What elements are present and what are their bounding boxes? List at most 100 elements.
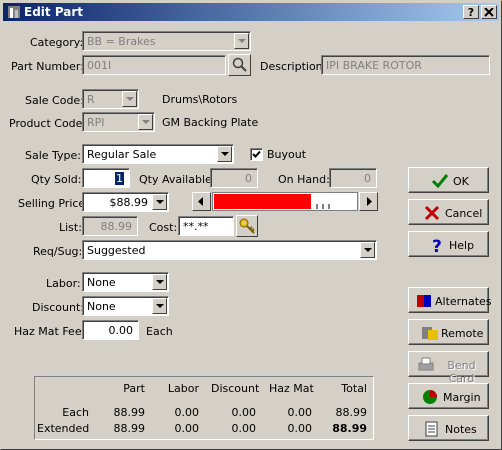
qty-available-value: 0 — [245, 172, 252, 185]
cost-label: Cost: — [149, 221, 178, 234]
close-button[interactable] — [481, 5, 497, 19]
alternates-label: Alternates — [435, 295, 492, 308]
qty-available-label: Qty Available: — [139, 173, 216, 186]
margin-label: Margin — [443, 391, 481, 404]
ok-button[interactable]: OK — [408, 167, 489, 193]
buyout-checkbox[interactable] — [250, 148, 263, 161]
cost-key-button[interactable] — [236, 215, 258, 237]
qty-sold-label: Qty Sold: — [31, 173, 82, 186]
description-label: Description: — [260, 60, 327, 73]
title-bar[interactable]: Edit Part ? — [3, 3, 499, 21]
part-number-value: 001I — [87, 59, 112, 72]
list-value: 88.99 — [100, 220, 133, 233]
sale-type-select[interactable]: Regular Sale — [82, 144, 234, 164]
chevron-down-icon — [217, 146, 232, 162]
req-sug-select[interactable]: Suggested — [82, 240, 377, 260]
help-button[interactable]: ? Help — [408, 231, 489, 257]
remote-icon — [422, 327, 438, 340]
close-icon — [484, 7, 494, 17]
svg-text:?: ? — [432, 237, 442, 254]
product-code-value: RPI — [87, 116, 105, 129]
summary-each-haz-mat: 0.00 — [287, 406, 313, 419]
req-sug-label: Req/Sug: — [33, 245, 83, 258]
labor-label: Labor: — [46, 277, 81, 290]
discount-select[interactable]: None — [82, 296, 169, 316]
haz-mat-fee-label: Haz Mat Fee: — [14, 325, 86, 338]
sale-code-label: Sale Code: — [25, 94, 84, 107]
haz-mat-fee-value: 0.00 — [108, 324, 134, 337]
summary-extended-discount: 0.00 — [231, 422, 257, 435]
product-code-select[interactable]: RPI — [82, 112, 155, 132]
product-code-description: GM Backing Plate — [162, 116, 259, 129]
sale-code-description: Drums\Rotors — [162, 93, 238, 106]
arrow-left-icon — [198, 197, 203, 206]
search-icon — [232, 57, 247, 72]
summary-row-label-extended: Extended — [37, 422, 90, 435]
category-select[interactable]: BB = Brakes — [82, 31, 251, 51]
haz-mat-fee-suffix: Each — [146, 325, 173, 338]
help-label: Help — [449, 239, 475, 252]
margin-decrease-button[interactable] — [192, 192, 211, 211]
remote-button[interactable]: Remote — [408, 319, 489, 345]
selling-price-value: $88.99 — [109, 196, 149, 209]
selling-price-label: Selling Price: — [18, 197, 89, 210]
chevron-down-icon — [138, 114, 153, 130]
notes-button[interactable]: Notes — [408, 415, 489, 441]
margin-increase-button[interactable] — [359, 192, 378, 211]
labor-select[interactable]: None — [82, 272, 169, 292]
alternates-icon — [417, 295, 431, 307]
summary-header-labor: Labor — [167, 382, 199, 395]
summary-extended-labor: 0.00 — [174, 422, 200, 435]
list-field[interactable]: 88.99 — [82, 216, 138, 236]
part-number-field[interactable]: 001I — [82, 55, 226, 75]
margin-button[interactable]: Margin — [408, 383, 489, 409]
arrow-right-icon — [367, 197, 372, 206]
qty-sold-field[interactable]: 1 — [82, 168, 130, 188]
product-code-label: Product Code: — [9, 117, 87, 130]
totals-summary: Part Labor Discount Haz Mat Total Each 8… — [34, 376, 374, 440]
chevron-down-icon — [152, 298, 167, 314]
selling-price-select[interactable]: $88.99 — [82, 192, 169, 212]
alternates-button[interactable]: Alternates — [408, 287, 492, 313]
cost-field[interactable]: **.** — [178, 216, 234, 236]
bend-card-button[interactable]: Bend Card — [408, 351, 489, 385]
category-value: BB = Brakes — [87, 35, 156, 48]
cancel-label: Cancel — [445, 207, 483, 220]
summary-each-total: 88.99 — [335, 406, 368, 419]
labor-value: None — [87, 276, 116, 289]
sale-type-label: Sale Type: — [25, 149, 82, 162]
summary-extended-part: 88.99 — [113, 422, 146, 435]
margin-gauge[interactable] — [212, 192, 358, 211]
summary-row-label-each: Each — [62, 406, 89, 419]
haz-mat-fee-field[interactable]: 0.00 — [82, 320, 139, 340]
bend-card-label: Bend Card — [447, 359, 476, 385]
qty-available-field[interactable]: 0 — [210, 168, 258, 188]
chevron-down-icon — [234, 33, 249, 49]
description-field[interactable]: IPI BRAKE ROTOR — [321, 55, 490, 75]
summary-header-part: Part — [123, 382, 145, 395]
sale-code-value: R — [87, 93, 95, 106]
summary-header-total: Total — [341, 382, 367, 395]
req-sug-value: Suggested — [87, 244, 146, 257]
x-icon — [424, 205, 440, 221]
part-number-label: Part Number: — [11, 60, 84, 73]
notes-icon — [425, 421, 438, 437]
sale-code-select[interactable]: R — [82, 89, 139, 109]
help-title-button[interactable]: ? — [463, 5, 479, 19]
printer-icon — [418, 357, 434, 371]
on-hand-field[interactable]: 0 — [329, 168, 377, 188]
remote-label: Remote — [441, 327, 484, 340]
part-search-button[interactable] — [228, 54, 251, 76]
summary-extended-total: 88.99 — [332, 422, 367, 435]
check-icon — [431, 174, 449, 189]
summary-each-part: 88.99 — [113, 406, 146, 419]
cancel-button[interactable]: Cancel — [408, 199, 489, 225]
summary-header-discount: Discount — [211, 382, 260, 395]
question-icon: ? — [432, 237, 442, 254]
on-hand-value: 0 — [364, 172, 371, 185]
list-label: List: — [59, 221, 82, 234]
buyout-label: Buyout — [267, 148, 307, 161]
on-hand-label: On Hand: — [278, 173, 330, 186]
description-value: IPI BRAKE ROTOR — [326, 59, 422, 72]
key-icon — [239, 218, 255, 234]
